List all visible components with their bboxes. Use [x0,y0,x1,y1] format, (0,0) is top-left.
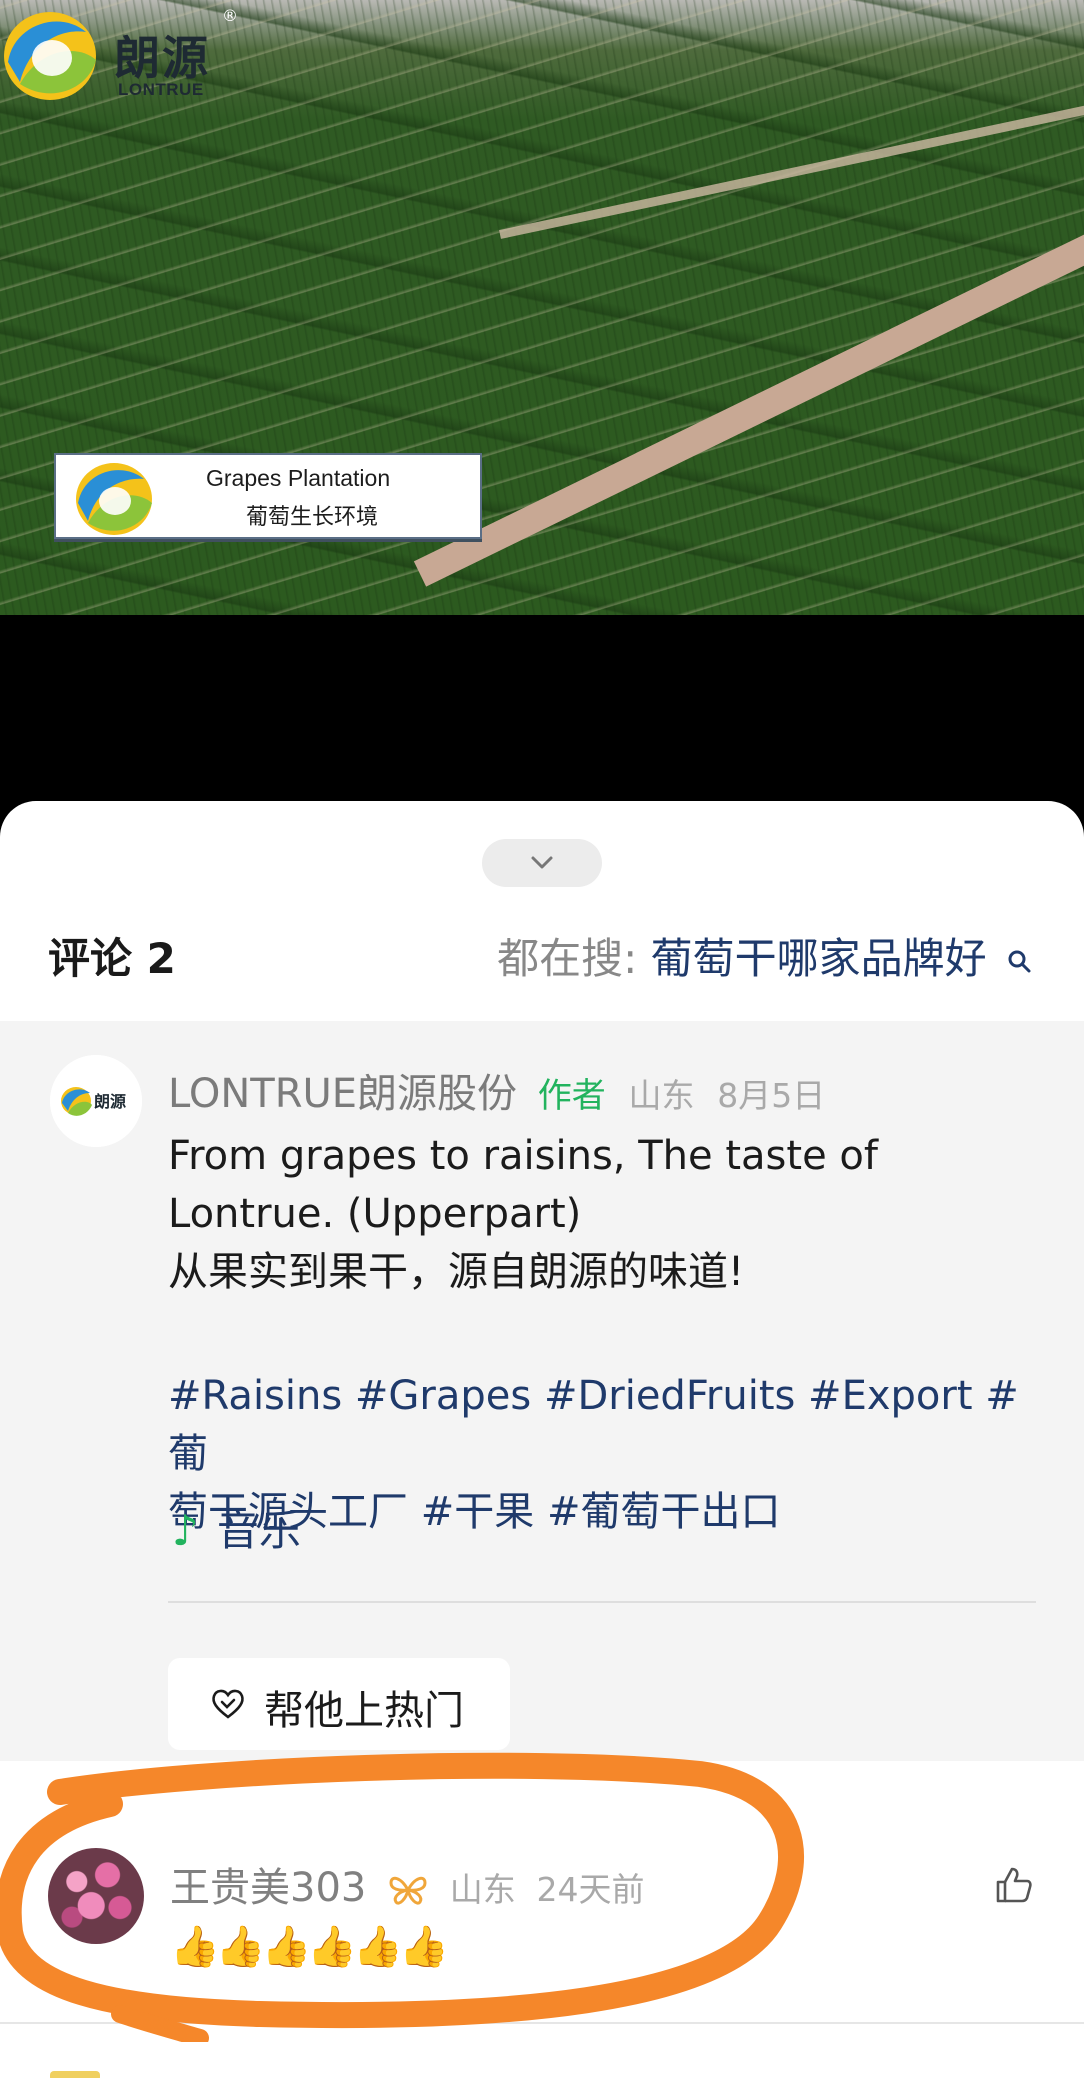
lontrue-logo-icon [4,12,96,100]
boost-trending-label: 帮他上热门 [264,1688,464,1734]
author-badge: 作者 [537,1076,606,1116]
user-comment-text: 👍👍👍👍👍👍 [170,1924,449,1970]
search-hint-prefix: 都在搜: [497,934,638,983]
comment-divider [0,2022,1084,2024]
video-player[interactable]: 朗源 LONTRUE ® Grapes Plantation 葡萄生长环境 [0,0,1084,615]
search-hint-query: 葡萄干哪家品牌好 [650,934,987,983]
user-comment-header: 王贵美303 山东 24天前 [170,1855,645,1913]
author-location: 山东 [628,1076,695,1115]
next-comment-peek [50,2071,100,2078]
author-comment-footer [0,1601,1084,1761]
svg-text:朗源: 朗源 [94,1092,126,1111]
video-caption: Grapes Plantation 葡萄生长环境 [54,453,482,539]
brand-name-en: LONTRUE [118,80,204,99]
comment-text-line: From grapes to raisins, The taste of [168,1133,878,1179]
boost-trending-button[interactable]: 帮他上热门 [168,1658,510,1750]
comment-text-line: Lontrue. (Upperpart) [168,1191,582,1237]
search-icon [1008,950,1031,972]
brand-name-cn: 朗源 [114,31,210,85]
author-comment: 朗源 LONTRUE朗源股份 作者 山东 8月5日 From grapes to… [0,1021,1084,1601]
caption-logo-icon [76,463,152,535]
music-note-icon: ♪ [172,1506,199,1555]
author-comment-divider [168,1601,1036,1603]
author-date: 8月5日 [717,1076,826,1115]
author-header: LONTRUE朗源股份 作者 山东 8月5日 [168,1061,825,1119]
chevron-down-icon [531,856,553,869]
registered-mark: ® [222,6,238,25]
user-comment: 王贵美303 山东 24天前 👍👍👍👍👍👍 [0,1801,1084,2021]
like-thumb-icon[interactable] [994,1865,1034,1905]
user-location: 山东 [449,1870,516,1909]
author-avatar[interactable]: 朗源 [50,1055,142,1147]
music-link[interactable]: ♪ 音乐 [172,1497,301,1558]
caption-title-cn: 葡萄生长环境 [246,505,379,530]
user-name[interactable]: 王贵美303 [170,1865,366,1911]
user-avatar[interactable] [48,1848,144,1944]
trending-search-link[interactable]: 都在搜: 葡萄干哪家品牌好 [497,925,1034,986]
comments-sheet: 评论 2 都在搜: 葡萄干哪家品牌好 朗源 LONTRUE朗源股份 作者 山东 … [0,801,1084,2078]
author-name[interactable]: LONTRUE朗源股份 [168,1071,517,1117]
comment-text-line: 从果实到果干，源自朗源的味道! [168,1249,745,1295]
video-letterbox [0,615,1084,805]
author-comment-text: From grapes to raisins, The taste of Lon… [168,1127,1048,1301]
hashtag-line[interactable]: #Raisins #Grapes #DriedFruits #Export #葡 [168,1367,1048,1483]
collapse-sheet-button[interactable] [482,839,602,887]
lontrue-avatar-logo-icon: 朗源 [50,1055,142,1147]
comments-count-title: 评论 2 [48,934,176,983]
brand-watermark: 朗源 LONTRUE ® [0,0,238,110]
butterfly-badge-icon [389,1876,427,1905]
user-time: 24天前 [536,1870,645,1909]
heart-boost-icon [212,1689,244,1719]
caption-title-en: Grapes Plantation [206,465,391,491]
music-label: 音乐 [216,1506,301,1555]
